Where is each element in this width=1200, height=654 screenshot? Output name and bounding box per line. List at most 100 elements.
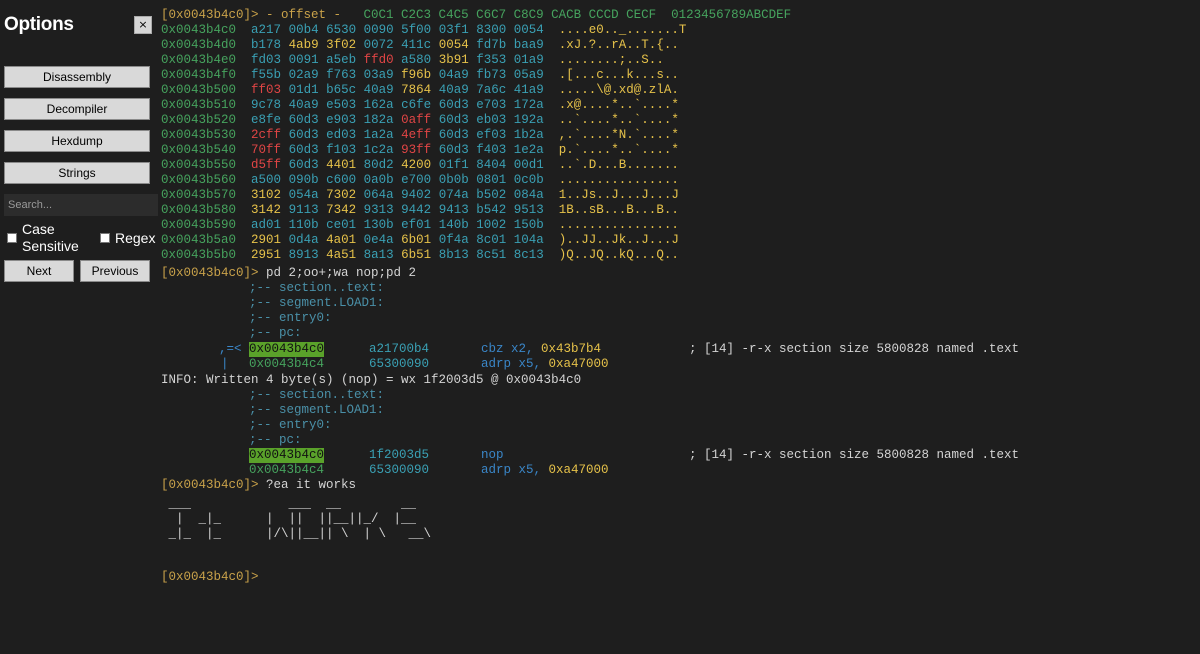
hex-word: fd7b — [476, 38, 507, 52]
hex-word: 93ff — [401, 143, 432, 157]
disasm-comment: ;-- entry0: — [249, 311, 332, 325]
hex-word: 4eff — [401, 128, 432, 142]
hex-word: 0090 — [363, 23, 394, 37]
hex-word: d5ff — [251, 158, 282, 172]
hex-word: 03a9 — [363, 68, 394, 82]
hex-word: 9402 — [401, 188, 432, 202]
hex-word: 7302 — [326, 188, 357, 202]
row-ascii: ,.`....*N.`....* — [558, 128, 679, 142]
hex-word: 03f1 — [438, 23, 469, 37]
row-ascii: )..JJ..Jk..J...J — [558, 233, 679, 247]
hex-word: 8913 — [288, 248, 319, 262]
row-address: 0x0043b520 — [161, 113, 237, 127]
hex-word: 7864 — [401, 83, 432, 97]
row-address: 0x0043b5b0 — [161, 248, 237, 262]
hex-word: 1e2a — [513, 143, 544, 157]
disassembly-button[interactable]: Disassembly — [4, 66, 150, 88]
hexdump-row: 0x0043b550 d5ff 60d3 4401 80d2 4200 01f1… — [161, 158, 679, 173]
disasm-comment: ;-- section..text: — [249, 281, 385, 295]
row-ascii: ..`....*..`....* — [558, 113, 679, 127]
hexdump-row: 0x0043b530 2cff 60d3 ed03 1a2a 4eff 60d3… — [161, 128, 679, 143]
hexdump-row: 0x0043b5a0 2901 0d4a 4a01 0e4a 6b01 0f4a… — [161, 233, 679, 248]
row-address: 0x0043b550 — [161, 158, 237, 172]
hexdump-row: 0x0043b570 3102 054a 7302 064a 9402 074a… — [161, 188, 679, 203]
hex-word: ffd0 — [363, 53, 394, 67]
hex-word: 2901 — [251, 233, 282, 247]
row-ascii: ....e0.._.......T — [558, 23, 687, 37]
hex-word: 02a9 — [288, 68, 319, 82]
hex-word: 2951 — [251, 248, 282, 262]
hexdump-row: 0x0043b4e0 fd03 0091 a5eb ffd0 a580 3b91… — [161, 53, 664, 68]
hex-word: 0b0b — [438, 173, 469, 187]
opcode: cbz x2, — [481, 342, 542, 356]
previous-button[interactable]: Previous — [80, 260, 150, 282]
instruction-bytes: 65300090 — [369, 463, 430, 477]
hex-word: 4a51 — [326, 248, 357, 262]
final-prompt[interactable]: [0x0043b4c0]> — [161, 570, 259, 585]
hex-word: 054a — [288, 188, 319, 202]
disasm-comment: ;-- segment.LOAD1: — [249, 403, 385, 417]
options-title: Options — [4, 14, 74, 35]
hex-word: b65c — [326, 83, 357, 97]
close-button[interactable]: × — [134, 16, 152, 34]
hex-word: f96b — [401, 68, 432, 82]
hex-word: 40a9 — [363, 83, 394, 97]
jump-line: | — [221, 357, 229, 371]
hex-word: 8c13 — [513, 248, 544, 262]
terminal-output[interactable]: [0x0043b4c0]> - offset - C0C1 C2C3 C4C5 … — [161, 5, 1200, 654]
hex-word: 0d4a — [288, 233, 319, 247]
instruction: adrp x5, 0xa47000 — [481, 463, 609, 478]
hex-word: 41a9 — [513, 83, 544, 97]
header-columns: C0C1 C2C3 C4C5 C6C7 C8C9 CACB CCCD CECF — [348, 8, 657, 22]
hex-word: 70ff — [251, 143, 282, 157]
hex-word: 04a9 — [438, 68, 469, 82]
hex-word: 6530 — [326, 23, 357, 37]
decompiler-button[interactable]: Decompiler — [4, 98, 150, 120]
command-line-1: [0x0043b4c0]> pd 2;oo+;wa nop;pd 2 — [161, 266, 416, 281]
hex-word: 3b91 — [438, 53, 469, 67]
hex-word: 60d3 — [288, 128, 319, 142]
strings-button[interactable]: Strings — [4, 162, 150, 184]
hexdump-row: 0x0043b540 70ff 60d3 f103 1c2a 93ff 60d3… — [161, 143, 679, 158]
case-sensitive-checkbox[interactable] — [7, 233, 17, 243]
operand: 0x43b7b4 — [541, 342, 602, 356]
hex-word: 182a — [363, 113, 394, 127]
regex-checkbox[interactable] — [100, 233, 110, 243]
hex-word: 4401 — [326, 158, 357, 172]
search-input[interactable] — [4, 194, 158, 216]
row-ascii: ..`.D...B....... — [558, 158, 679, 172]
hexdump-row: 0x0043b560 a500 090b c600 0a0b e700 0b0b… — [161, 173, 679, 188]
row-address: 0x0043b4d0 — [161, 38, 237, 52]
selected-address[interactable]: 0x0043b4c0 — [249, 448, 325, 463]
instruction-address: 0x0043b4c4 — [249, 463, 325, 477]
row-address: 0x0043b540 — [161, 143, 237, 157]
hexdump-row: 0x0043b4d0 b178 4ab9 3f02 0072 411c 0054… — [161, 38, 679, 53]
prompt: [0x0043b4c0]> — [161, 478, 259, 492]
hex-word: 1c2a — [363, 143, 394, 157]
hexdump-row: 0x0043b4f0 f55b 02a9 f763 03a9 f96b 04a9… — [161, 68, 679, 83]
hex-word: 60d3 — [438, 113, 469, 127]
hex-word: e903 — [326, 113, 357, 127]
selected-address[interactable]: 0x0043b4c0 — [249, 342, 325, 357]
hex-word: ad01 — [251, 218, 282, 232]
row-address: 0x0043b530 — [161, 128, 237, 142]
header-prompt: [0x0043b4c0]> — [161, 8, 259, 22]
instruction-bytes: a21700b4 — [369, 342, 430, 356]
hex-word: 40a9 — [288, 98, 319, 112]
row-address: 0x0043b590 — [161, 218, 237, 232]
hexdump-row: 0x0043b580 3142 9113 7342 9313 9442 9413… — [161, 203, 679, 218]
next-button[interactable]: Next — [4, 260, 74, 282]
hex-word: ff03 — [251, 83, 282, 97]
hex-word: f103 — [326, 143, 357, 157]
hex-word: e503 — [326, 98, 357, 112]
row-ascii: ................ — [558, 218, 679, 232]
hex-word: 7a6c — [476, 83, 507, 97]
row-ascii: p.`....*..`....* — [558, 143, 679, 157]
hex-word: 9313 — [363, 203, 394, 217]
row-address: 0x0043b5a0 — [161, 233, 237, 247]
row-address: 0x0043b4f0 — [161, 68, 237, 82]
hex-word: 3f02 — [326, 38, 357, 52]
hexdump-button[interactable]: Hexdump — [4, 130, 150, 152]
hex-word: 0e4a — [363, 233, 394, 247]
instruction-comment: ; [14] -r-x section size 5800828 named .… — [689, 448, 1020, 462]
